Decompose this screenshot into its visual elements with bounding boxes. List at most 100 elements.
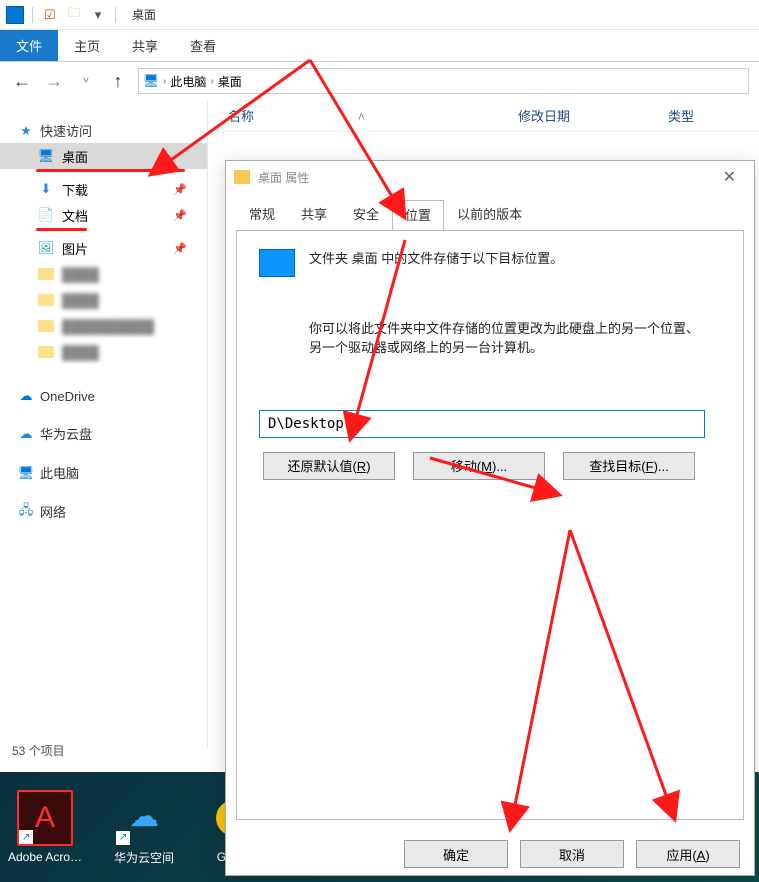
pin-icon: 📌 xyxy=(173,183,187,196)
folder-icon xyxy=(38,268,54,280)
address-bar[interactable]: 🖥 › 此电脑 › 桌面 xyxy=(138,68,749,94)
checkbox-icon[interactable]: ☑ xyxy=(41,6,59,24)
sidebar-item-label: 文档 xyxy=(62,206,88,225)
status-bar: 53 个项目 xyxy=(12,742,65,759)
sidebar-item-label: 网络 xyxy=(40,502,66,521)
sidebar-item-folder[interactable]: ████ xyxy=(0,287,207,313)
window-title: 桌面 xyxy=(132,6,156,23)
cloud-icon: ☁ xyxy=(18,426,34,442)
sidebar-item-folder[interactable]: ██████████ xyxy=(0,313,207,339)
move-button[interactable]: 移动(M)... xyxy=(413,452,545,480)
sidebar-item-label: 此电脑 xyxy=(40,463,79,482)
titlebar: ☑ 🗀 ▾ 桌面 xyxy=(0,0,759,30)
annotation-underline xyxy=(36,228,87,231)
cancel-button[interactable]: 取消 xyxy=(520,840,624,868)
sidebar-item-onedrive[interactable]: ☁ OneDrive xyxy=(0,385,207,407)
sidebar-item-documents[interactable]: 📄 文档 📌 xyxy=(0,202,207,228)
sidebar-item-label: 图片 xyxy=(62,239,88,258)
annotation-underline xyxy=(36,169,185,172)
pin-icon: 📌 xyxy=(173,242,187,255)
sidebar-item-label: 桌面 xyxy=(62,147,88,166)
sidebar-item-network[interactable]: 🖧 网络 xyxy=(0,499,207,524)
description-text: 文件夹 桌面 中的文件存储于以下目标位置。 xyxy=(309,249,709,269)
location-path-input[interactable] xyxy=(259,410,705,438)
column-type[interactable]: 类型 xyxy=(668,106,728,125)
back-button[interactable]: ← xyxy=(10,69,34,93)
cloud-icon: ☁ xyxy=(18,388,34,404)
taskbar-label: 华为云空间 xyxy=(114,849,174,866)
quick-access-label: 快速访问 xyxy=(40,121,92,140)
ribbon-tab-file[interactable]: 文件 xyxy=(0,30,58,61)
folder-icon xyxy=(6,6,24,24)
pictures-icon: 🖼 xyxy=(38,240,54,256)
ribbon-tab-view[interactable]: 查看 xyxy=(174,30,232,61)
ribbon-tab-share[interactable]: 共享 xyxy=(116,30,174,61)
column-headers: 名称 ˄ 修改日期 类型 xyxy=(208,100,759,132)
chevron-icon: › xyxy=(163,76,166,87)
taskbar-item-huawei-cloud[interactable]: ☁↗ 华为云空间 xyxy=(114,789,174,866)
dialog-title: 桌面 属性 xyxy=(258,169,309,186)
dialog-footer: 确定 取消 应用(A) xyxy=(226,830,754,878)
sidebar-item-label: OneDrive xyxy=(40,389,95,404)
apply-button[interactable]: 应用(A) xyxy=(636,840,740,868)
taskbar-item-adobe[interactable]: A↗ Adobe Acro… xyxy=(8,790,82,864)
quick-access-header[interactable]: ★ 快速访问 xyxy=(0,118,207,143)
tab-share[interactable]: 共享 xyxy=(288,199,340,230)
folder-small-icon[interactable]: 🗀 xyxy=(65,6,83,24)
chevron-down-icon[interactable]: ▾ xyxy=(89,6,107,24)
sidebar-item-pictures[interactable]: 🖼 图片 📌 xyxy=(0,235,207,261)
dialog-titlebar[interactable]: 桌面 属性 ✕ xyxy=(226,161,754,193)
properties-dialog: 桌面 属性 ✕ 常规 共享 安全 位置 以前的版本 文件夹 桌面 中的文件存储于… xyxy=(225,160,755,876)
up-button[interactable]: ↑ xyxy=(106,69,130,93)
column-date[interactable]: 修改日期 xyxy=(518,106,668,125)
forward-button[interactable]: → xyxy=(42,69,66,93)
adobe-icon: A↗ xyxy=(17,790,73,846)
help-text: 你可以将此文件夹中文件存储的位置更改为此硬盘上的另一个位置、另一个驱动器或网络上… xyxy=(309,319,709,358)
separator xyxy=(115,7,116,23)
desktop-icon: 🖥 xyxy=(38,148,54,164)
pc-icon: 🖥 xyxy=(18,465,34,481)
download-icon: ⬇ xyxy=(38,181,54,197)
restore-default-button[interactable]: 还原默认值(R) xyxy=(263,452,395,480)
breadcrumb-pc[interactable]: 此电脑 xyxy=(170,73,206,90)
pc-icon: 🖥 xyxy=(143,73,159,89)
shortcut-icon: ↗ xyxy=(116,831,130,845)
sidebar-item-downloads[interactable]: ⬇ 下载 📌 xyxy=(0,176,207,202)
tab-location[interactable]: 位置 xyxy=(392,200,444,231)
history-dropdown[interactable]: ˅ xyxy=(74,69,98,93)
nav-bar: ← → ˅ ↑ 🖥 › 此电脑 › 桌面 xyxy=(0,62,759,100)
tab-panel-location: 文件夹 桌面 中的文件存储于以下目标位置。 你可以将此文件夹中文件存储的位置更改… xyxy=(236,230,744,820)
cloud-icon: ☁↗ xyxy=(116,789,172,845)
tab-security[interactable]: 安全 xyxy=(340,199,392,230)
sidebar-item-this-pc[interactable]: 🖥 此电脑 xyxy=(0,460,207,485)
close-button[interactable]: ✕ xyxy=(713,163,746,191)
document-icon: 📄 xyxy=(38,207,54,223)
tab-previous[interactable]: 以前的版本 xyxy=(444,199,535,230)
folder-icon xyxy=(38,294,54,306)
ribbon-tab-home[interactable]: 主页 xyxy=(58,30,116,61)
separator xyxy=(32,7,33,23)
folder-icon xyxy=(234,170,250,184)
network-icon: 🖧 xyxy=(18,504,34,520)
ribbon: 文件 主页 共享 查看 xyxy=(0,30,759,62)
sidebar-item-folder[interactable]: ████ xyxy=(0,339,207,365)
chevron-icon: › xyxy=(210,76,213,87)
shortcut-icon: ↗ xyxy=(19,830,33,844)
sidebar-item-folder[interactable]: ████ xyxy=(0,261,207,287)
sidebar-item-huawei[interactable]: ☁ 华为云盘 xyxy=(0,421,207,446)
tab-strip: 常规 共享 安全 位置 以前的版本 xyxy=(226,193,754,230)
folder-icon xyxy=(38,346,54,358)
sidebar-item-label: 华为云盘 xyxy=(40,424,92,443)
tab-general[interactable]: 常规 xyxy=(236,199,288,230)
column-name[interactable]: 名称 ˄ xyxy=(218,106,518,125)
sidebar-item-label: 下载 xyxy=(62,180,88,199)
sidebar-item-desktop[interactable]: 🖥 桌面 xyxy=(0,143,207,169)
breadcrumb-desktop[interactable]: 桌面 xyxy=(218,73,242,90)
folder-icon xyxy=(38,320,54,332)
taskbar-label: Adobe Acro… xyxy=(8,850,82,864)
ok-button[interactable]: 确定 xyxy=(404,840,508,868)
button-row: 还原默认值(R) 移动(M)... 查找目标(F)... xyxy=(263,452,721,480)
pin-icon: 📌 xyxy=(173,209,187,222)
find-target-button[interactable]: 查找目标(F)... xyxy=(563,452,695,480)
desktop-icon xyxy=(259,249,295,277)
